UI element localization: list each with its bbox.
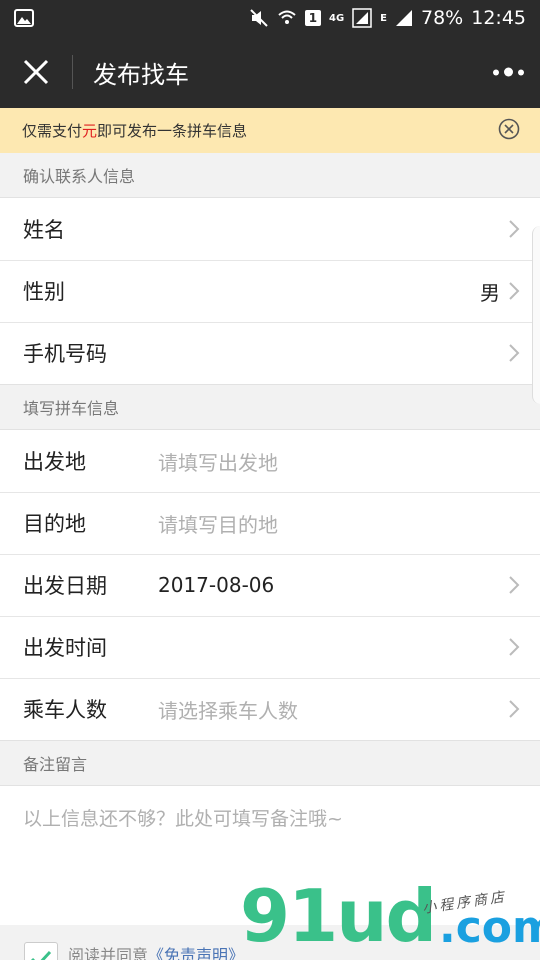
side-edge-tab <box>532 226 540 404</box>
phone-label: 手机号码 <box>23 342 107 366</box>
more-dot-icon <box>518 69 524 75</box>
remark-section-header: 备注留言 <box>0 741 540 785</box>
remark-placeholder: 以上信息还不够？此处可填写备注哦~ <box>23 808 343 830</box>
data-type: E <box>380 12 387 24</box>
chevron-right-icon <box>508 575 520 595</box>
name-label: 姓名 <box>23 218 65 242</box>
disclaimer-link[interactable]: 《免责声明》 <box>148 942 244 960</box>
notice-close-button[interactable] <box>498 118 520 144</box>
close-circle-icon <box>498 118 520 139</box>
date-value: 2017-08-06 <box>158 573 275 597</box>
departure-input[interactable]: 请填写出发地 <box>158 447 520 476</box>
name-row[interactable]: 姓名 <box>0 198 540 260</box>
passengers-row[interactable]: 乘车人数 请选择乘车人数 <box>0 678 540 740</box>
date-label: 出发日期 <box>23 574 107 598</box>
contact-group: 姓名 性别 男 手机号码 <box>0 197 540 385</box>
date-row[interactable]: 出发日期 2017-08-06 <box>0 554 540 616</box>
sim-badge: 1 <box>304 10 321 26</box>
chevron-right-icon <box>508 637 520 657</box>
more-dot-icon <box>504 67 513 77</box>
chevron-right-icon <box>508 281 520 301</box>
chevron-right-icon <box>508 343 520 363</box>
carpool-group: 出发地 请填写出发地 目的地 请填写目的地 出发日期 2017-08-06 出发… <box>0 429 540 741</box>
check-icon <box>31 950 52 960</box>
passengers-label: 乘车人数 <box>23 698 107 722</box>
close-button[interactable] <box>0 36 72 108</box>
gender-row[interactable]: 性别 男 <box>0 260 540 322</box>
destination-label: 目的地 <box>23 512 86 536</box>
wifi-icon <box>277 8 297 28</box>
network-type: 4G <box>328 12 345 24</box>
gender-label: 性别 <box>23 280 65 304</box>
agreement-text: 阅读并同意 <box>68 946 149 960</box>
time-row[interactable]: 出发时间 <box>0 616 540 678</box>
time-label: 出发时间 <box>23 636 107 660</box>
mute-icon <box>249 8 269 28</box>
agree-checkbox[interactable] <box>24 942 58 960</box>
close-icon <box>23 59 49 85</box>
gallery-icon <box>14 9 34 27</box>
phone-row[interactable]: 手机号码 <box>0 322 540 384</box>
signal-box-icon <box>352 8 372 28</box>
carpool-section-header: 填写拼车信息 <box>0 385 540 429</box>
page-title: 发布找车 <box>93 60 189 89</box>
watermark-brand: 91ud <box>240 874 437 958</box>
notice-text-after: 即可发布一条拼车信息 <box>97 122 248 140</box>
destination-input[interactable]: 请填写目的地 <box>158 509 520 538</box>
payment-notice: 仅需支付元即可发布一条拼车信息 <box>0 108 540 153</box>
contact-section-header: 确认联系人信息 <box>0 153 540 197</box>
departure-label: 出发地 <box>23 450 86 474</box>
nav-bar: 发布找车 <box>0 36 540 108</box>
nav-divider <box>72 55 73 89</box>
gender-value: 男 <box>480 280 500 305</box>
chevron-right-icon <box>508 699 520 719</box>
clock: 12:45 <box>471 7 526 29</box>
more-dot-icon <box>493 69 499 75</box>
status-bar: 1 4G E 78% 12:45 <box>0 0 540 36</box>
watermark-logo: 91ud .com 小程序商店 <box>240 880 540 952</box>
more-button[interactable] <box>493 67 524 77</box>
notice-price: 元 <box>82 122 98 140</box>
passengers-select[interactable]: 请选择乘车人数 <box>158 695 508 724</box>
notice-text-before: 仅需支付 <box>22 122 83 140</box>
destination-row[interactable]: 目的地 请填写目的地 <box>0 492 540 554</box>
chevron-right-icon <box>508 219 520 239</box>
departure-row[interactable]: 出发地 请填写出发地 <box>0 430 540 492</box>
battery-level: 78% <box>421 7 464 29</box>
signal-icon <box>395 9 413 27</box>
